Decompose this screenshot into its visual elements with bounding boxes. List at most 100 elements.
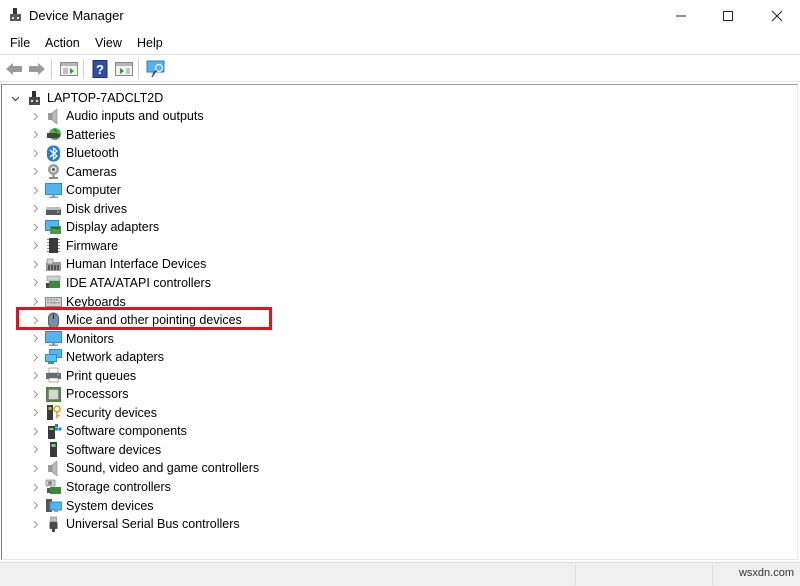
- mouse-icon: [44, 311, 62, 329]
- chevron-right-icon[interactable]: [30, 501, 40, 511]
- tree-item-label: Batteries: [66, 127, 116, 142]
- tree-root[interactable]: LAPTOP-7ADCLT2D: [2, 89, 402, 107]
- minimize-button[interactable]: [658, 0, 704, 32]
- menu-view[interactable]: View: [95, 36, 122, 50]
- close-button[interactable]: [754, 0, 800, 32]
- chevron-right-icon[interactable]: [30, 297, 40, 307]
- tree-item[interactable]: Monitors: [2, 330, 402, 348]
- help-button[interactable]: ?: [90, 59, 110, 79]
- tree-item[interactable]: Audio inputs and outputs: [2, 107, 402, 125]
- tree-item-label: Computer: [66, 183, 121, 198]
- chevron-right-icon[interactable]: [30, 352, 40, 362]
- tree-item[interactable]: Software devices: [2, 441, 402, 459]
- tree-item[interactable]: Storage controllers: [2, 478, 402, 496]
- tree-item-label: Print queues: [66, 368, 137, 383]
- menu-bar: File Action View Help: [0, 33, 800, 53]
- menu-file[interactable]: File: [10, 36, 30, 50]
- maximize-button[interactable]: [705, 0, 751, 32]
- scan-hardware-button[interactable]: [146, 59, 166, 79]
- tree-item[interactable]: System devices: [2, 497, 402, 515]
- chevron-right-icon[interactable]: [30, 259, 40, 269]
- tree-item-label: Processors: [66, 387, 129, 402]
- console-tree-icon: [60, 62, 78, 76]
- title-bar: Device Manager: [0, 0, 800, 32]
- chevron-down-icon[interactable]: [10, 93, 20, 103]
- toolbar-separator: [51, 59, 52, 79]
- chevron-right-icon[interactable]: [30, 111, 40, 121]
- back-arrow-icon: [6, 63, 22, 75]
- chevron-right-icon[interactable]: [30, 315, 40, 325]
- disk-drive-icon: [44, 200, 62, 218]
- computer-icon: [44, 181, 62, 199]
- tree-item-label: Bluetooth: [66, 146, 119, 161]
- tree-item-label: Firmware: [66, 238, 119, 253]
- display-adapter-icon: [44, 218, 62, 236]
- tree-item[interactable]: Software components: [2, 422, 402, 440]
- tree-item[interactable]: Bluetooth: [2, 144, 402, 162]
- chevron-right-icon[interactable]: [30, 482, 40, 492]
- chevron-right-icon[interactable]: [30, 204, 40, 214]
- console-tree-button[interactable]: [59, 59, 79, 79]
- menu-action[interactable]: Action: [45, 36, 80, 50]
- device-tree[interactable]: LAPTOP-7ADCLT2D Audio inputs and outputs…: [1, 84, 798, 560]
- back-button[interactable]: [4, 59, 24, 79]
- chevron-right-icon[interactable]: [30, 389, 40, 399]
- tree-item[interactable]: Computer: [2, 181, 402, 199]
- chevron-right-icon[interactable]: [30, 445, 40, 455]
- chevron-right-icon[interactable]: [30, 241, 40, 251]
- tree-item[interactable]: Processors: [2, 385, 402, 403]
- tree-item-label: IDE ATA/ATAPI controllers: [66, 275, 211, 290]
- software-component-icon: [44, 422, 62, 440]
- root-label: LAPTOP-7ADCLT2D: [47, 91, 164, 105]
- menu-help[interactable]: Help: [137, 36, 163, 50]
- tree-item[interactable]: Universal Serial Bus controllers: [2, 515, 402, 533]
- tree-item-label: Software devices: [66, 442, 162, 457]
- forward-button[interactable]: [27, 59, 47, 79]
- computer-tower-icon: [26, 89, 44, 107]
- tree-item[interactable]: Keyboards: [2, 293, 402, 311]
- tree-item[interactable]: Cameras: [2, 163, 402, 181]
- chevron-right-icon[interactable]: [30, 371, 40, 381]
- tree-item-label: Disk drives: [66, 201, 128, 216]
- tree-item[interactable]: Display adapters: [2, 218, 402, 236]
- tree-item[interactable]: IDE ATA/ATAPI controllers: [2, 274, 402, 292]
- svg-text:?: ?: [96, 62, 104, 77]
- tree-item[interactable]: Network adapters: [2, 348, 402, 366]
- chevron-right-icon[interactable]: [30, 463, 40, 473]
- tree-item[interactable]: Firmware: [2, 237, 402, 255]
- bluetooth-icon: [44, 144, 62, 162]
- keyboard-icon: [44, 293, 62, 311]
- tree-item-label: Human Interface Devices: [66, 257, 207, 272]
- forward-arrow-icon: [29, 63, 45, 75]
- tree-item[interactable]: Batteries: [2, 126, 402, 144]
- chevron-right-icon[interactable]: [30, 408, 40, 418]
- tree-item[interactable]: Disk drives: [2, 200, 402, 218]
- chevron-right-icon[interactable]: [30, 426, 40, 436]
- chevron-right-icon[interactable]: [30, 167, 40, 177]
- tree-item[interactable]: Print queues: [2, 367, 402, 385]
- chevron-right-icon[interactable]: [30, 148, 40, 158]
- minimize-icon: [676, 15, 686, 17]
- chevron-right-icon[interactable]: [30, 334, 40, 344]
- printer-icon: [44, 367, 62, 385]
- chevron-right-icon[interactable]: [30, 185, 40, 195]
- toolbar-separator: [83, 59, 84, 79]
- toolbar: ?: [0, 54, 800, 82]
- hid-icon: [44, 255, 62, 273]
- tree-item-label: Storage controllers: [66, 480, 171, 494]
- tree-item[interactable]: Mice and other pointing devices: [2, 311, 402, 329]
- chevron-right-icon[interactable]: [30, 519, 40, 529]
- chevron-right-icon[interactable]: [30, 222, 40, 232]
- tree-item[interactable]: Human Interface Devices: [2, 255, 402, 273]
- tree-item[interactable]: Security devices: [2, 404, 402, 422]
- chevron-right-icon[interactable]: [30, 278, 40, 288]
- usb-icon: [44, 515, 62, 533]
- action-pane-button[interactable]: [114, 59, 134, 79]
- network-adapter-icon: [44, 348, 62, 366]
- chevron-right-icon[interactable]: [30, 130, 40, 140]
- tree-item[interactable]: Sound, video and game controllers: [2, 459, 402, 477]
- storage-controller-icon: [44, 478, 62, 496]
- tree-item-label: System devices: [66, 498, 154, 513]
- tree-item-label: Cameras: [66, 164, 117, 179]
- tree-item-label: Audio inputs and outputs: [66, 109, 204, 123]
